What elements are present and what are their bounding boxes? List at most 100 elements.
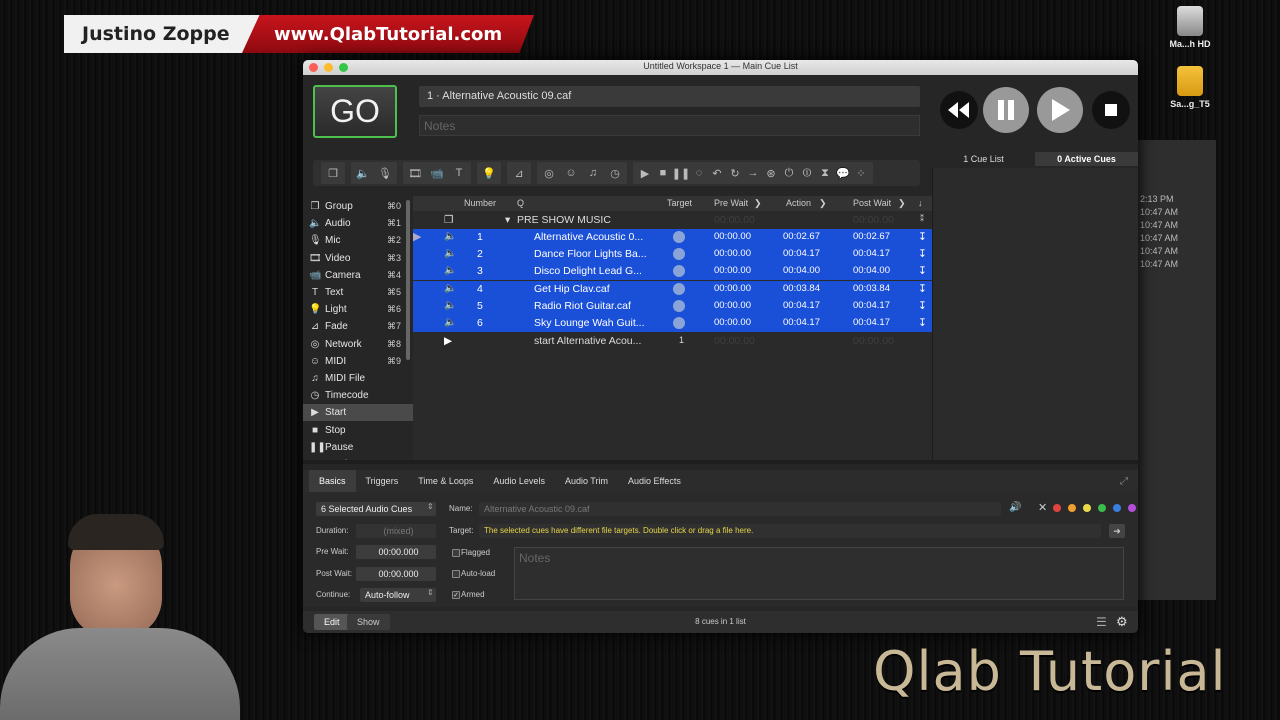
cue-row[interactable]: 🔈 6 Sky Lounge Wah Guit... 00:00.00 00:04.17… bbox=[413, 315, 932, 332]
file-target-icon[interactable] bbox=[673, 248, 685, 261]
video-cue-icon[interactable]: 🎞 bbox=[407, 165, 423, 181]
light-cue-icon[interactable]: 💡 bbox=[481, 165, 497, 181]
file-target-icon[interactable] bbox=[673, 299, 685, 312]
inspector-notes-field[interactable]: Notes bbox=[514, 547, 1124, 600]
cue-type-pause[interactable]: ❚❚ Pause bbox=[303, 439, 413, 456]
cue-type-text[interactable]: T Text ⌘5 bbox=[303, 284, 413, 301]
cue-type-fade[interactable]: ⊿ Fade ⌘7 bbox=[303, 318, 413, 335]
file-target-icon[interactable] bbox=[673, 317, 685, 329]
target-field[interactable]: The selected cues have different file ta… bbox=[479, 524, 1101, 538]
cue-type-light[interactable]: 💡 Light ⌘6 bbox=[303, 301, 413, 318]
cue-type-midi[interactable]: ☺ MIDI ⌘9 bbox=[303, 353, 413, 370]
color-swatch[interactable] bbox=[1098, 504, 1106, 512]
cue-type-start[interactable]: ▶ Start bbox=[303, 404, 413, 422]
inspector-tab-audio-effects[interactable]: Audio Effects bbox=[618, 470, 691, 492]
cue-row[interactable]: 🔈 4 Get Hip Clav.caf 00:00.00 00:03.84 00:03.… bbox=[413, 280, 932, 298]
list-view-icon[interactable]: ☰ bbox=[1096, 615, 1107, 629]
inspector-tab-audio-trim[interactable]: Audio Trim bbox=[555, 470, 618, 492]
stop-cue-icon[interactable]: ■ bbox=[655, 165, 671, 181]
stop-button[interactable] bbox=[1088, 87, 1134, 133]
continue-popup[interactable]: Auto-follow bbox=[360, 588, 436, 602]
expand-inspector-icon[interactable]: ⤢ bbox=[1120, 476, 1128, 487]
mic-cue-icon[interactable]: 🎙 bbox=[377, 165, 393, 181]
col-action[interactable]: Action bbox=[786, 198, 811, 208]
goto-cue-icon[interactable]: → bbox=[745, 165, 761, 181]
timecode-cue-icon[interactable]: ◷ bbox=[607, 165, 623, 181]
target-arrow-button[interactable]: ➜ bbox=[1109, 524, 1125, 538]
armed-checkbox[interactable]: ✓ bbox=[452, 591, 460, 599]
disarm-cue-icon[interactable]: ⏼ bbox=[799, 165, 815, 181]
flagged-checkbox[interactable] bbox=[452, 549, 460, 557]
prewait-field[interactable]: 00:00.000 bbox=[356, 545, 436, 559]
script-cue-icon[interactable]: ⁘ bbox=[853, 165, 869, 181]
text-cue-icon[interactable]: T bbox=[451, 165, 467, 181]
inspector-tab-time-loops[interactable]: Time & Loops bbox=[408, 470, 483, 492]
start-cue-icon[interactable]: ▶ bbox=[637, 165, 653, 181]
devamp-cue-icon[interactable]: ↻ bbox=[727, 165, 743, 181]
postwait-field[interactable]: 00:00.000 bbox=[356, 567, 436, 581]
speaker-icon[interactable]: 🔊 bbox=[1009, 502, 1021, 513]
col-prewait[interactable]: Pre Wait bbox=[714, 198, 748, 208]
group-cue-row[interactable]: ❐ ▾ PRE SHOW MUSIC 00:00.00 00:00.00 ⁑ bbox=[413, 212, 932, 229]
autoload-checkbox[interactable] bbox=[452, 570, 460, 578]
pause-cue-icon[interactable]: ❚❚ bbox=[672, 165, 690, 181]
inspector-tab-audio-levels[interactable]: Audio Levels bbox=[483, 470, 555, 492]
tab-active-cues[interactable]: 0 Active Cues bbox=[1035, 152, 1138, 166]
col-target[interactable]: Target bbox=[667, 198, 692, 208]
audio-cue-icon[interactable]: 🔈 bbox=[355, 165, 371, 181]
start-cue-row[interactable]: ▶ start Alternative Acou... 1 00:00.00 0… bbox=[413, 333, 932, 350]
arm-cue-icon[interactable]: ⏻ bbox=[781, 165, 797, 181]
network-cue-icon[interactable]: ◎ bbox=[541, 165, 557, 181]
cue-notes-field[interactable]: Notes bbox=[419, 115, 920, 136]
target-cue-icon[interactable]: ⊛ bbox=[763, 165, 779, 181]
cue-type-video[interactable]: 🎞 Video ⌘3 bbox=[303, 250, 413, 267]
cue-type-midi-file[interactable]: ♫ MIDI File bbox=[303, 370, 413, 387]
cue-row[interactable]: 🔈 2 Dance Floor Lights Ba... 00:00.00 00:04.… bbox=[413, 246, 932, 264]
wait-cue-icon[interactable]: ⧗ bbox=[817, 165, 833, 181]
title-bar[interactable]: Untitled Workspace 1 — Main Cue List bbox=[303, 60, 1138, 75]
color-swatch[interactable] bbox=[1068, 504, 1076, 512]
tab-cue-lists[interactable]: 1 Cue List bbox=[932, 152, 1035, 166]
file-target-icon[interactable] bbox=[673, 231, 685, 243]
cue-row[interactable]: ▶ 🔈 1 Alternative Acoustic 0... 00:00.00 00:0… bbox=[413, 229, 932, 246]
cue-row[interactable]: 🔈 3 Disco Delight Lead G... 00:00.00 00:04.0… bbox=[413, 263, 932, 281]
color-swatch[interactable] bbox=[1083, 504, 1091, 512]
reset-cue-icon[interactable]: ↶ bbox=[709, 165, 725, 181]
cue-type-timecode[interactable]: ◷ Timecode bbox=[303, 387, 413, 404]
file-target-icon[interactable] bbox=[673, 282, 685, 295]
color-swatch[interactable] bbox=[1128, 504, 1136, 512]
cue-type-scrollbar[interactable] bbox=[406, 200, 410, 360]
cue-type-audio[interactable]: 🔈 Audio ⌘1 bbox=[303, 215, 413, 232]
play-button[interactable] bbox=[1037, 87, 1083, 133]
pause-button[interactable] bbox=[983, 87, 1029, 133]
cue-row[interactable]: 🔈 5 Radio Riot Guitar.caf 00:00.00 00:04.17 0… bbox=[413, 297, 932, 315]
col-number[interactable]: Number bbox=[464, 198, 496, 208]
cue-type-network[interactable]: ◎ Network ⌘8 bbox=[303, 336, 413, 353]
col-postwait[interactable]: Post Wait bbox=[853, 198, 891, 208]
cue-type-stop[interactable]: ■ Stop bbox=[303, 421, 413, 438]
load-cue-icon[interactable]: ◌ bbox=[691, 165, 707, 181]
col-q[interactable]: Q bbox=[517, 198, 524, 208]
gear-icon[interactable]: ⚙ bbox=[1116, 614, 1128, 630]
inspector-tab-triggers[interactable]: Triggers bbox=[356, 470, 409, 492]
go-button[interactable]: GO bbox=[313, 85, 397, 138]
group-cue-icon[interactable]: ❐ bbox=[325, 165, 341, 181]
selection-popup[interactable]: 6 Selected Audio Cues bbox=[316, 502, 436, 516]
inspector-tab-basics[interactable]: Basics bbox=[309, 470, 356, 492]
cue-type-camera[interactable]: 📹 Camera ⌘4 bbox=[303, 267, 413, 284]
pane-divider[interactable] bbox=[303, 460, 1138, 464]
midi-file-cue-icon[interactable]: ♫ bbox=[585, 165, 601, 181]
cue-type-mic[interactable]: 🎙 Mic ⌘2 bbox=[303, 232, 413, 249]
cue-type-group[interactable]: ❐ Group ⌘0 bbox=[303, 198, 413, 215]
color-swatch[interactable] bbox=[1113, 504, 1121, 512]
fade-cue-icon[interactable]: ⊿ bbox=[511, 165, 527, 181]
disclosure-triangle-icon[interactable]: ▾ bbox=[505, 214, 510, 226]
midi-cue-icon[interactable]: ☺ bbox=[563, 165, 579, 181]
memo-cue-icon[interactable]: 💬 bbox=[835, 165, 851, 181]
desktop-folder[interactable]: Sa...g_T5 bbox=[1160, 66, 1220, 109]
clear-color-icon[interactable]: ✕ bbox=[1038, 501, 1047, 514]
camera-cue-icon[interactable]: 📹 bbox=[429, 165, 445, 181]
rewind-button[interactable] bbox=[936, 87, 982, 133]
color-swatch[interactable] bbox=[1053, 504, 1061, 512]
file-target-icon[interactable] bbox=[673, 265, 685, 278]
